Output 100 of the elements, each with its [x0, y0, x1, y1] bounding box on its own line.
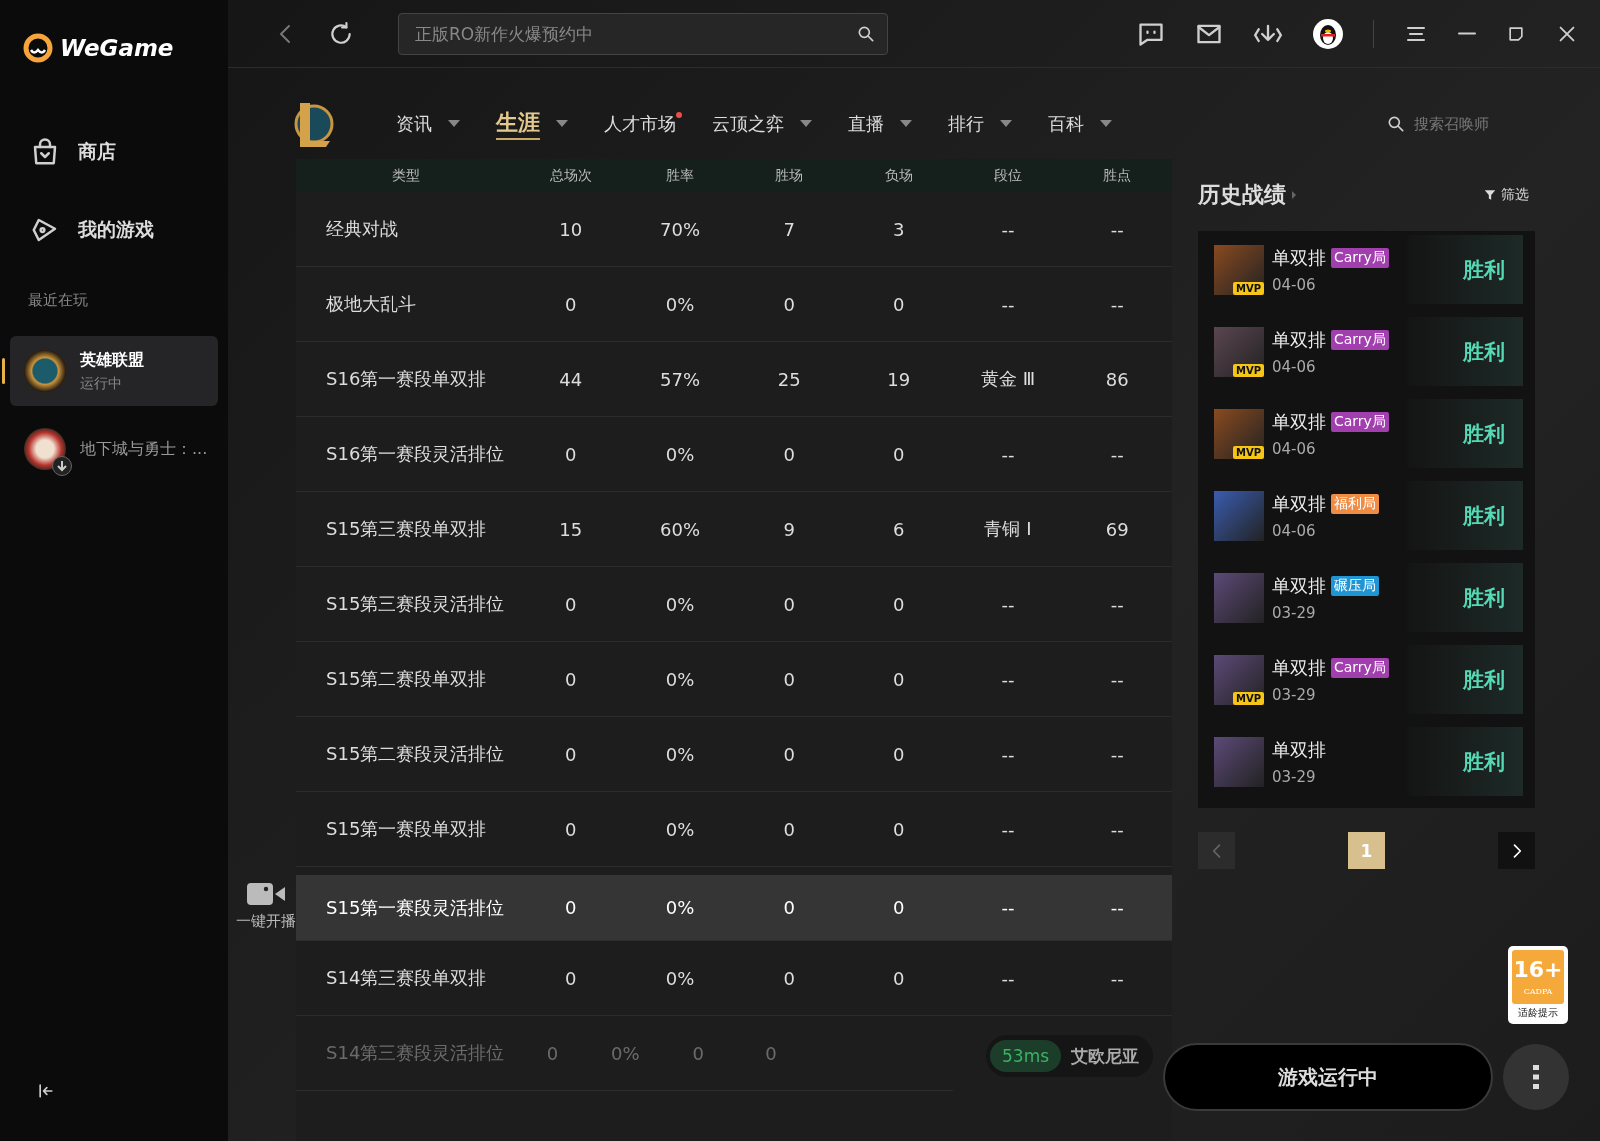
queue-mode: 单双排 — [1272, 491, 1326, 516]
dropdown-caret-icon — [900, 120, 912, 127]
table-row[interactable]: 经典对战 10 70% 7 3 -- -- — [296, 192, 1172, 267]
age-rating: 16+ — [1513, 958, 1563, 981]
match-item[interactable]: MVP 单双排 Carry局 04-06 胜利 — [1214, 399, 1523, 468]
dropdown-caret-icon — [1100, 120, 1112, 127]
table-cell-text: 70% — [659, 218, 701, 240]
start-stream-button[interactable]: 一键开播 — [236, 882, 296, 931]
match-item[interactable]: 单双排 03-29 胜利 — [1214, 727, 1523, 796]
nav-tab[interactable]: 直播 — [848, 103, 926, 144]
table-cell-text: -- — [1000, 967, 1016, 989]
table-row[interactable]: S15第二赛段灵活排位 0 0% 0 0 -- -- — [296, 717, 1172, 792]
match-item[interactable]: MVP 单双排 Carry局 04-06 胜利 — [1214, 317, 1523, 386]
server-name: 艾欧尼亚 — [1071, 1044, 1140, 1068]
user-avatar[interactable] — [1313, 18, 1343, 49]
table-row[interactable]: S16第一赛段灵活排位 0 0% 0 0 -- -- — [296, 417, 1172, 492]
column-header: 胜场 — [774, 166, 805, 185]
table-cell-text: S15第一赛段灵活排位 — [325, 895, 506, 920]
nav-tab[interactable]: 排行 — [948, 103, 1026, 144]
minimize-icon — [1458, 32, 1476, 35]
table-cell-text: 0 — [782, 443, 797, 465]
match-tag: Carry局 — [1331, 657, 1389, 678]
mvp-badge: MVP — [1232, 363, 1264, 377]
table-row[interactable]: S15第二赛段单双排 0 0% 0 0 -- -- — [296, 642, 1172, 717]
table-cell-text: -- — [1109, 967, 1125, 989]
table-cell-text: -- — [1000, 668, 1016, 690]
dropdown-caret-icon — [1000, 120, 1012, 127]
column-header: 胜点 — [1102, 166, 1133, 185]
nav-tab[interactable]: 人才市场 — [604, 103, 690, 144]
table-cell-text: 0 — [782, 593, 797, 615]
filter-icon — [1483, 188, 1497, 202]
table-cell-text: 0 — [782, 967, 797, 989]
queue-mode: 单双排 — [1272, 409, 1326, 434]
sidebar-item[interactable]: 商店 — [10, 113, 218, 191]
table-cell-text: 9 — [782, 518, 797, 540]
table-cell-text: S15第一赛段单双排 — [325, 817, 488, 841]
table-cell-text: S14第三赛段灵活排位 — [325, 1041, 506, 1065]
match-item[interactable]: MVP 单双排 Carry局 03-29 胜利 — [1214, 645, 1523, 714]
table-cell-text: -- — [1109, 443, 1125, 465]
search-field[interactable]: 正版RO新作火爆预约中 — [398, 12, 888, 55]
queue-mode: 单双排 — [1272, 327, 1326, 352]
match-date: 04-06 — [1272, 275, 1317, 294]
table-row[interactable]: S15第三赛段灵活排位 0 0% 0 0 -- -- — [296, 567, 1172, 642]
sidebar-item[interactable]: 我的游戏 — [10, 191, 218, 269]
table-cell-text: 3 — [891, 218, 906, 240]
mvp-badge: MVP — [1232, 281, 1264, 295]
game-name: 英雄联盟 — [80, 349, 144, 371]
summoner-search-field[interactable]: 搜索召唤师 — [1386, 113, 1516, 134]
table-cell-text: S15第二赛段单双排 — [325, 667, 488, 691]
nav-tab[interactable]: 生涯 — [496, 103, 582, 144]
match-item[interactable]: MVP 单双排 Carry局 04-06 胜利 — [1214, 235, 1523, 304]
table-cell-text: 0% — [664, 668, 696, 690]
match-item[interactable]: 单双排 碾压局 03-29 胜利 — [1214, 563, 1523, 632]
match-date: 03-29 — [1272, 685, 1317, 704]
table-cell-text: 0 — [891, 743, 906, 765]
table-row[interactable]: S15第三赛段单双排 15 60% 9 6 青铜 Ⅰ 69 — [296, 492, 1172, 567]
next-page-button[interactable] — [1498, 832, 1535, 869]
table-row[interactable]: S14第三赛段单双排 0 0% 0 0 -- -- — [296, 941, 1172, 1016]
table-cell-text: S15第二赛段灵活排位 — [325, 742, 506, 766]
dropdown-caret-icon — [800, 120, 812, 127]
nav-tab[interactable]: 资讯 — [396, 103, 474, 144]
table-cell-text: 0 — [563, 443, 578, 465]
video-camera-icon — [247, 882, 285, 906]
column-header: 类型 — [391, 166, 421, 185]
match-date: 03-29 — [1272, 767, 1317, 786]
table-cell-text: 0 — [782, 897, 797, 918]
table-cell-text: -- — [1109, 818, 1125, 840]
match-date: 03-29 — [1272, 603, 1317, 622]
table-cell-text: 0 — [545, 1042, 560, 1064]
refresh-button[interactable] — [328, 20, 354, 47]
wegame-logo-icon — [22, 31, 54, 64]
photo-placeholder — [1214, 572, 1264, 623]
table-cell-text: 经典对战 — [325, 217, 399, 241]
nav-tab[interactable]: 云顶之弈 — [712, 103, 826, 144]
table-cell-text: -- — [1000, 897, 1016, 918]
match-item[interactable]: 单双排 福利局 04-06 胜利 — [1214, 481, 1523, 550]
game-running-button[interactable]: 游戏运行中 — [1163, 1043, 1493, 1111]
table-cell-text: 0 — [782, 668, 797, 690]
nav-tab[interactable]: 百科 — [1048, 103, 1126, 144]
match-date: 04-06 — [1272, 357, 1317, 376]
refresh-icon — [328, 20, 354, 47]
table-row[interactable]: S16第一赛段单双排 44 57% 25 19 黄金 Ⅲ 86 — [296, 342, 1172, 417]
table-cell-text: 0 — [891, 967, 906, 989]
column-header: 负场 — [883, 166, 914, 185]
table-cell-text: S16第一赛段灵活排位 — [325, 442, 506, 466]
table-cell-text: 44 — [558, 368, 584, 390]
filter-button[interactable]: 筛选 — [1483, 186, 1535, 204]
age-caption: 适龄提示 — [1518, 1006, 1558, 1020]
table-cell-text: 0 — [764, 1042, 778, 1064]
table-cell-text: 0 — [782, 818, 797, 840]
dropdown-caret-icon — [448, 120, 460, 127]
table-cell-text: S14第三赛段单双排 — [325, 966, 488, 990]
game-status: 运行中 — [80, 374, 123, 393]
table-cell-text: 0 — [891, 593, 906, 615]
column-header: 段位 — [993, 166, 1023, 185]
table-cell-text: 25 — [776, 368, 802, 390]
table-cell-text: 0 — [891, 818, 906, 840]
recent-game-item[interactable]: 地下城与勇士：... — [10, 414, 218, 484]
table-row[interactable]: 极地大乱斗 0 0% 0 0 -- -- — [296, 267, 1172, 342]
photo-placeholder — [1214, 490, 1264, 541]
